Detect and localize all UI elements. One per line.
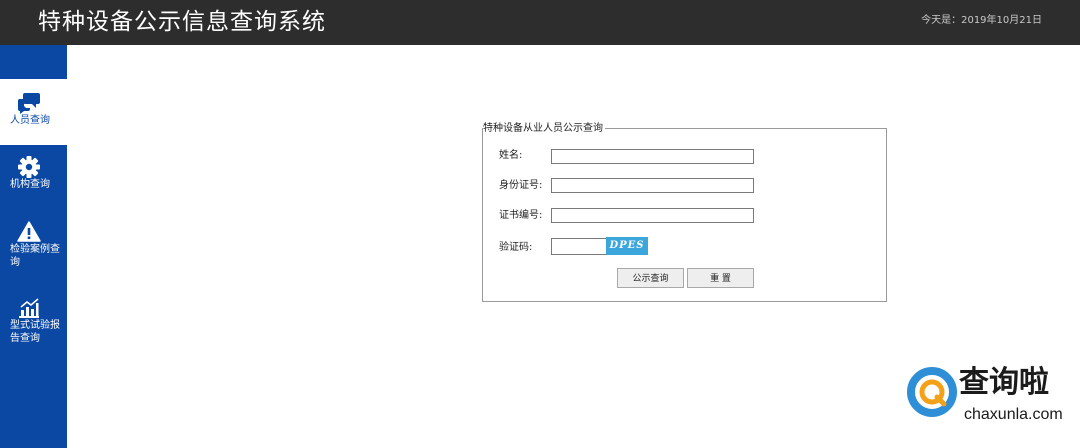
sidebar-item-personnel[interactable]: 人员查询 (0, 92, 67, 127)
top-header: 特种设备公示信息查询系统 今天是：2019年10月21日 (0, 0, 1080, 45)
form-legend: 特种设备从业人员公示查询 (483, 122, 605, 135)
watermark-logo: 查询啦 chaxunla.com (906, 364, 1071, 430)
public-query-button[interactable]: 公示查询 (617, 268, 684, 288)
captcha-image[interactable]: DPES (606, 237, 648, 255)
watermark-chinese-text: 查询啦 (959, 365, 1049, 400)
sidebar-item-type-test-report[interactable]: 型式试验报告查询 (0, 297, 67, 345)
sidebar-item-institution[interactable]: 机构查询 (0, 156, 67, 191)
sidebar-item-label: 型式试验报告查询 (10, 320, 60, 344)
captcha-input[interactable] (551, 238, 607, 255)
id-number-label: 身份证号: (499, 180, 543, 191)
magnifier-q-icon (906, 366, 958, 418)
date-label: 今天是： (921, 15, 962, 26)
personnel-query-form: 特种设备从业人员公示查询 姓名: 身份证号: 证书编号: 验证码: DPES 公… (482, 122, 887, 302)
sidebar-item-label: 检验案例查询 (10, 244, 60, 268)
bar-chart-icon (17, 297, 41, 319)
captcha-label: 验证码: (499, 242, 533, 253)
sidebar-item-label: 人员查询 (10, 115, 50, 126)
certificate-number-label: 证书编号: (499, 210, 543, 221)
date-display: 今天是：2019年10月21日 (921, 14, 1042, 28)
gear-icon (17, 156, 41, 178)
name-input[interactable] (551, 149, 754, 164)
chat-bubbles-icon (17, 92, 41, 114)
id-number-input[interactable] (551, 178, 754, 193)
warning-icon (17, 221, 41, 243)
watermark-domain-text: chaxunla.com (964, 406, 1063, 423)
date-value: 2019年10月21日 (961, 15, 1042, 26)
sidebar-item-label: 机构查询 (10, 179, 50, 190)
certificate-number-input[interactable] (551, 208, 754, 223)
name-label: 姓名: (499, 150, 523, 161)
app-title: 特种设备公示信息查询系统 (38, 9, 326, 35)
reset-button[interactable]: 重 置 (687, 268, 754, 288)
sidebar: 人员查询 机构查询 检验案例查询 型式试验报告查询 (0, 45, 67, 448)
sidebar-item-inspection-cases[interactable]: 检验案例查询 (0, 221, 67, 269)
